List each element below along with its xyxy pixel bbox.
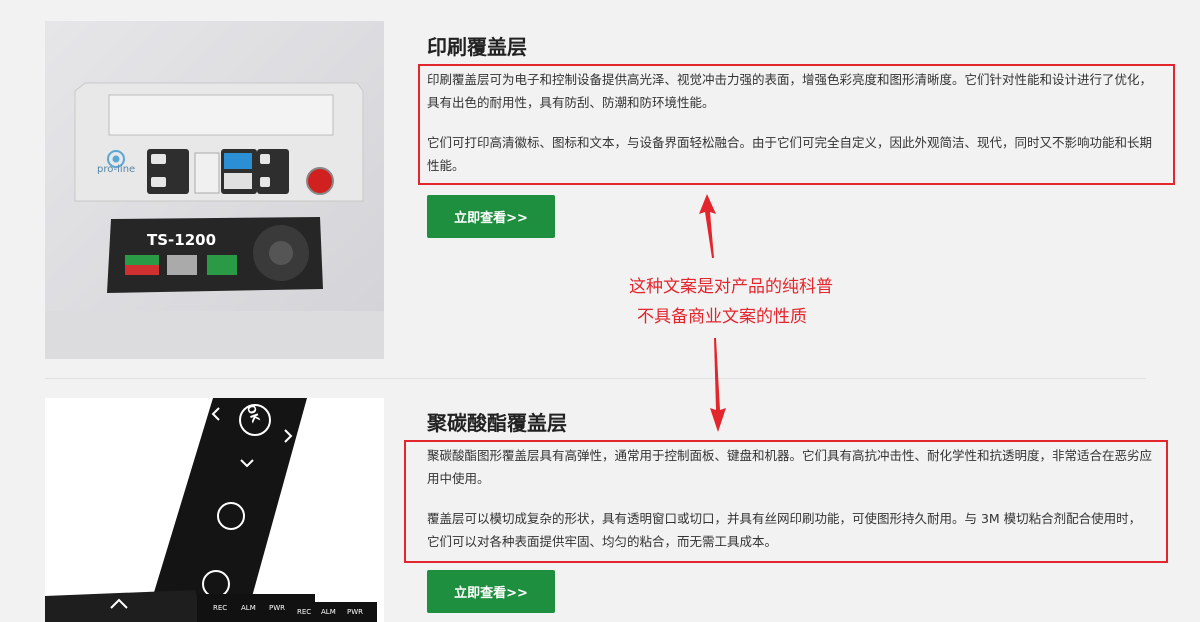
product-description-1: 印刷覆盖层可为电子和控制设备提供高光泽、视觉冲击力强的表面，增强色彩亮度和图形清… <box>427 72 1153 110</box>
panel-label: ALM <box>321 608 336 616</box>
brand-label: pro-line <box>97 164 136 175</box>
section-divider <box>45 378 1146 379</box>
annotation-text-line1: 这种文案是对产品的纯科普 <box>629 277 833 297</box>
product-image-polycarbonate-overlay[interactable]: OK REC ALM PWR REC ALM PWR <box>45 398 384 622</box>
product-description-1: 聚碳酸酯图形覆盖层具有高弹性，通常用于控制面板、键盘和机器。它们具有高抗冲击性、… <box>427 448 1153 486</box>
product-title: 聚碳酸酯覆盖层 <box>427 411 567 435</box>
model-label: TS-1200 <box>147 231 217 249</box>
panel-label: ALM <box>241 604 256 612</box>
product-image-printed-overlay[interactable]: pro-line TS-1200 <box>45 21 384 359</box>
polycarbonate-overlay-illustration <box>45 398 384 622</box>
printed-overlay-illustration <box>45 21 384 359</box>
view-now-button[interactable]: 立即查看>> <box>427 195 555 238</box>
panel-label: REC <box>297 608 312 616</box>
product-description-2: 它们可打印高清徽标、图标和文本，与设备界面轻松融合。由于它们可完全自定义，因此外… <box>427 135 1153 173</box>
panel-label: PWR <box>347 608 364 616</box>
product-title: 印刷覆盖层 <box>427 35 527 59</box>
panel-label: PWR <box>269 604 286 612</box>
view-now-button[interactable]: 立即查看>> <box>427 570 555 613</box>
product-description-2: 覆盖层可以模切成复杂的形状，具有透明窗口或切口，并具有丝网印刷功能，可使图形持久… <box>427 511 1142 549</box>
annotation-text-line2: 不具备商业文案的性质 <box>637 307 807 327</box>
panel-label: REC <box>213 604 228 612</box>
